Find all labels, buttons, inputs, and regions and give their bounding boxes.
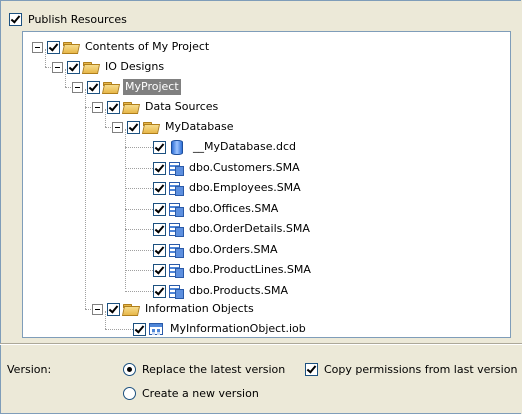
tree-node-file[interactable]: dbo.Offices.SMA	[153, 200, 280, 218]
collapse-icon[interactable]	[112, 121, 123, 133]
collapse-icon[interactable]	[92, 101, 103, 113]
tree-node-file[interactable]: MyInformationObject.iob	[133, 320, 308, 337]
tree-node-file[interactable]: dbo.OrderDetails.SMA	[153, 220, 312, 238]
tree-node-data-sources[interactable]: Data Sources	[92, 98, 220, 116]
new-version-label: Create a new version	[142, 387, 259, 400]
tree-connector	[125, 250, 155, 251]
database-file-icon	[171, 139, 183, 155]
tree-checkbox[interactable]	[127, 120, 140, 134]
tree-checkbox[interactable]	[153, 222, 166, 236]
tree-node-label: MyProject	[123, 79, 181, 95]
map-file-icon	[169, 243, 184, 258]
tree-node-label: dbo.Products.SMA	[189, 284, 288, 297]
replace-version-option[interactable]: Replace the latest version	[123, 363, 285, 376]
tree-node-label: IO Designs	[105, 60, 165, 73]
tree-node-myproject[interactable]: MyProject	[72, 78, 181, 96]
replace-version-radio[interactable]	[123, 363, 136, 376]
new-version-option[interactable]: Create a new version	[123, 387, 259, 400]
tree-connector	[125, 168, 155, 169]
publish-resources-option[interactable]: Publish Resources	[9, 11, 127, 27]
tree-connector	[125, 188, 155, 189]
open-folder-icon	[143, 121, 159, 133]
open-folder-icon	[63, 41, 79, 53]
tree-checkbox[interactable]	[153, 284, 166, 298]
tree-connector	[125, 229, 155, 230]
tree-checkbox[interactable]	[153, 243, 166, 257]
tree-node-label: MyDatabase	[165, 120, 234, 133]
tree-checkbox[interactable]	[153, 263, 166, 277]
tree-node-file[interactable]: dbo.Products.SMA	[153, 282, 290, 300]
tree-connector	[125, 209, 155, 210]
tree-checkbox[interactable]	[153, 202, 166, 216]
tree-node-label: dbo.Orders.SMA	[189, 243, 278, 256]
open-folder-icon	[83, 61, 99, 73]
tree-node-file[interactable]: dbo.Customers.SMA	[153, 159, 302, 177]
tree-connector	[85, 89, 86, 309]
project-contents-tree[interactable]: Contents of My Project IO Designs MyProj…	[22, 31, 511, 338]
tree-checkbox[interactable]	[87, 80, 100, 94]
tree-checkbox[interactable]	[107, 302, 120, 316]
version-label: Version:	[7, 363, 52, 376]
map-file-icon	[169, 263, 184, 278]
open-folder-icon	[123, 101, 139, 113]
replace-version-label: Replace the latest version	[142, 363, 286, 376]
section-divider	[0, 343, 522, 345]
publish-resources-checkbox[interactable]	[9, 12, 22, 26]
tree-node-file[interactable]: dbo.Orders.SMA	[153, 241, 279, 259]
collapse-icon[interactable]	[32, 41, 43, 53]
tree-connector	[125, 147, 155, 148]
tree-node-information-objects[interactable]: Information Objects	[92, 300, 256, 318]
map-file-icon	[169, 222, 184, 237]
map-file-icon	[169, 202, 184, 217]
tree-node-label: dbo.OrderDetails.SMA	[189, 222, 310, 235]
tree-node-label: dbo.Employees.SMA	[189, 181, 301, 194]
tree-node-label: Data Sources	[145, 100, 219, 113]
tree-node-file[interactable]: dbo.Employees.SMA	[153, 179, 303, 197]
tree-node-label: Contents of My Project	[85, 40, 210, 53]
open-folder-icon	[123, 303, 139, 315]
tree-connector	[125, 291, 155, 292]
tree-node-io-designs[interactable]: IO Designs	[52, 58, 166, 76]
tree-checkbox[interactable]	[107, 100, 120, 114]
tree-checkbox[interactable]	[133, 322, 146, 336]
new-version-radio[interactable]	[123, 387, 136, 400]
tree-node-label: dbo.Offices.SMA	[189, 202, 279, 215]
tree-checkbox[interactable]	[153, 181, 166, 195]
open-folder-icon	[103, 81, 119, 93]
map-file-icon	[169, 161, 184, 176]
tree-checkbox[interactable]	[47, 40, 60, 54]
information-object-icon	[149, 323, 163, 335]
copy-permissions-checkbox[interactable]	[305, 363, 318, 376]
tree-node-file[interactable]: __MyDatabase.dcd	[153, 138, 298, 156]
tree-node-root[interactable]: Contents of My Project	[32, 38, 211, 56]
tree-node-label: MyInformationObject.iob	[170, 322, 306, 335]
copy-permissions-label: Copy permissions from last version	[324, 363, 518, 376]
tree-node-label: dbo.ProductLines.SMA	[189, 263, 311, 276]
map-file-icon	[169, 181, 184, 196]
tree-node-label: dbo.Customers.SMA	[189, 161, 300, 174]
tree-node-label: Information Objects	[145, 302, 254, 315]
tree-node-label: __MyDatabase.dcd	[193, 140, 296, 153]
tree-node-mydatabase[interactable]: MyDatabase	[112, 118, 236, 136]
collapse-icon[interactable]	[92, 303, 103, 315]
tree-checkbox[interactable]	[153, 161, 166, 175]
collapse-icon[interactable]	[52, 61, 63, 73]
copy-permissions-option[interactable]: Copy permissions from last version	[305, 363, 517, 376]
tree-node-file[interactable]: dbo.ProductLines.SMA	[153, 261, 313, 279]
tree-connector	[105, 329, 135, 330]
collapse-icon[interactable]	[72, 81, 83, 93]
tree-checkbox[interactable]	[67, 60, 80, 74]
publish-resources-label: Publish Resources	[28, 12, 127, 26]
tree-checkbox[interactable]	[153, 140, 166, 154]
tree-connector	[125, 270, 155, 271]
map-file-icon	[169, 284, 184, 299]
